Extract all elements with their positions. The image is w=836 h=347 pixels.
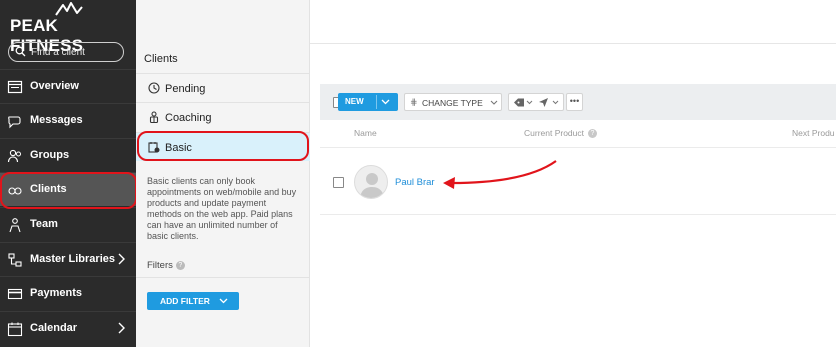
nav-label: Payments [30, 287, 82, 299]
nav-item-messages[interactable]: Messages [0, 103, 136, 137]
master-libraries-icon [8, 253, 22, 267]
avatar [354, 165, 388, 199]
annotation-arrow [443, 160, 557, 189]
nav-label: Master Libraries [30, 253, 115, 265]
tag-icon[interactable] [513, 97, 525, 108]
chevron-right-icon [118, 253, 125, 265]
column-header-next-product: Next Produ [792, 128, 835, 138]
overview-icon [7, 80, 23, 94]
nav-label: Groups [30, 149, 70, 161]
calendar-icon [7, 322, 23, 337]
top-bar [310, 0, 836, 44]
hash-icon: ⋕ [410, 97, 418, 107]
search-input[interactable] [31, 45, 119, 59]
nav-label: Clients [30, 183, 67, 195]
more-options-button[interactable]: ••• [566, 93, 583, 111]
nav-item-calendar[interactable]: Calendar [0, 311, 136, 345]
change-type-button[interactable]: ⋕ CHANGE TYPE [404, 93, 502, 111]
chevron-down-icon[interactable] [381, 99, 390, 105]
tab-label: Basic [165, 142, 192, 154]
mountain-logo-icon [55, 2, 83, 16]
chevron-down-icon[interactable] [552, 100, 559, 105]
nav-label: Messages [30, 114, 83, 126]
divider [136, 277, 310, 278]
nav-item-groups[interactable]: Groups [0, 138, 136, 172]
panel-title: Clients [144, 53, 178, 65]
clients-icon [8, 187, 22, 195]
tab-label: Coaching [165, 112, 212, 124]
tab-basic[interactable]: Basic [136, 132, 310, 161]
button-separator [376, 95, 377, 109]
nav-item-clients[interactable]: Clients [0, 172, 136, 206]
add-filter-button[interactable]: ADD FILTER [147, 292, 239, 310]
chevron-down-icon[interactable] [526, 100, 533, 105]
nav-label: Team [30, 218, 58, 230]
nav-item-master-libraries[interactable]: Master Libraries [0, 242, 136, 276]
tab-label: Pending [165, 83, 206, 95]
nav-label: Overview [30, 80, 79, 92]
column-header-current-product: Current Product? [524, 128, 597, 139]
coaching-icon [149, 111, 159, 123]
column-header-name: Name [354, 128, 377, 138]
new-label: NEW [345, 97, 364, 106]
search-icon [15, 46, 26, 57]
nav-item-payments[interactable]: Payments [0, 276, 136, 310]
basic-icon [148, 142, 160, 153]
chevron-down-icon [219, 298, 228, 304]
tag-and-send-buttons [508, 93, 564, 111]
help-icon[interactable]: ? [175, 260, 185, 270]
nav-item-team[interactable]: Team [0, 207, 136, 241]
chevron-right-icon [118, 322, 125, 334]
client-search[interactable] [8, 42, 124, 62]
nav-item-overview[interactable]: Overview [0, 69, 136, 103]
logo[interactable]: PEAK FITNESS [0, 0, 136, 55]
filters-heading: Filters? [147, 260, 185, 271]
chevron-down-icon [490, 100, 498, 105]
change-type-label: CHANGE TYPE [422, 98, 483, 108]
new-button[interactable]: NEW [338, 93, 398, 111]
clients-panel: Clients Pending Coaching Basic Basic cli… [136, 0, 310, 347]
add-filter-label: ADD FILTER [160, 296, 210, 306]
client-name-link[interactable]: Paul Brar [395, 177, 435, 188]
row-checkbox[interactable] [333, 177, 344, 188]
main-content: NEW ⋕ CHANGE TYPE ••• Name Current Produ… [310, 0, 836, 347]
table-divider [320, 214, 836, 215]
column-header-label: Current Product [524, 128, 584, 138]
basic-description: Basic clients can only book appointments… [147, 176, 297, 241]
default-avatar-icon [360, 173, 384, 198]
filters-label: Filters [147, 260, 173, 271]
nav-label: Calendar [30, 322, 78, 334]
app-root: PEAK FITNESS Overview Messages [0, 0, 836, 347]
table-divider [320, 147, 836, 148]
payments-icon [7, 288, 23, 300]
clock-icon [148, 82, 160, 94]
sidebar: PEAK FITNESS Overview Messages [0, 0, 136, 347]
tab-coaching[interactable]: Coaching [136, 102, 310, 131]
help-icon[interactable]: ? [588, 129, 597, 139]
send-icon[interactable] [538, 97, 549, 108]
tab-pending[interactable]: Pending [136, 73, 310, 102]
messages-icon [8, 116, 21, 129]
groups-icon [7, 149, 21, 163]
team-icon [9, 218, 21, 233]
